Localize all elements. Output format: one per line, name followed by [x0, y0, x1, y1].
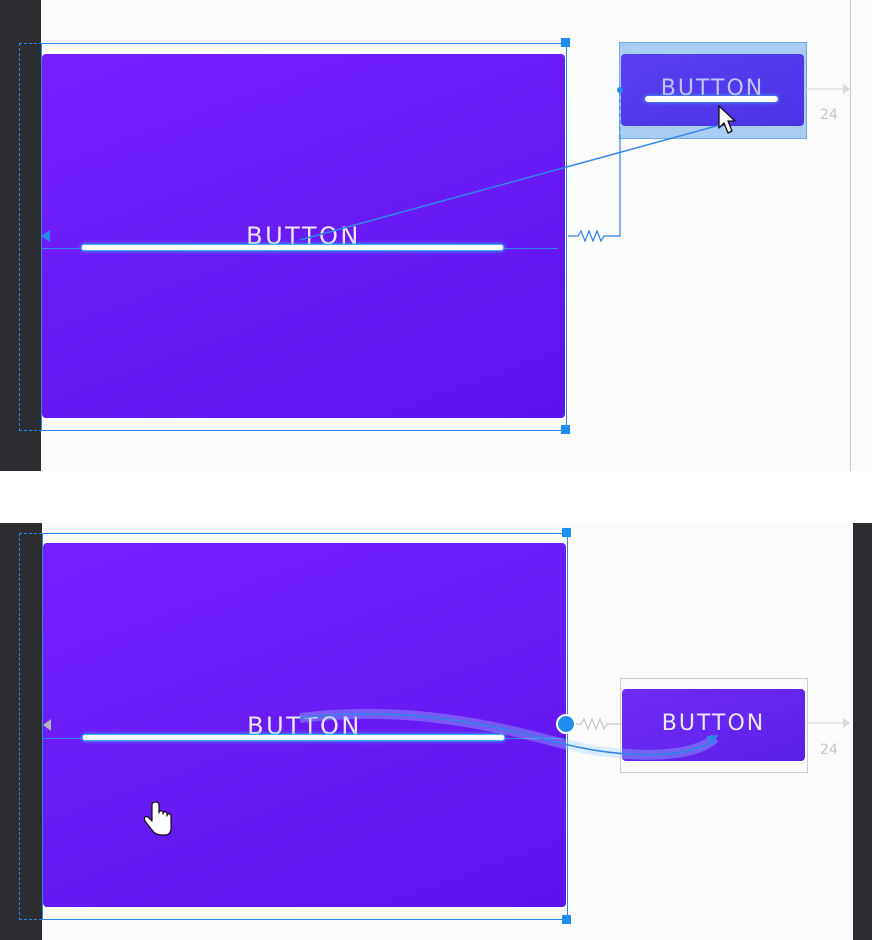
baseline-link-glow	[299, 708, 719, 760]
drag-constraint-line	[299, 124, 721, 241]
layout-editor-frame-after: BUTTON BUTTON 24	[0, 523, 872, 940]
frame-separator	[0, 471, 872, 523]
arrow-pointer-icon	[718, 105, 736, 134]
side-left-anchor	[617, 87, 623, 93]
left-anchor-arrow	[43, 719, 51, 731]
layout-editor-frame-before: BUTTON BUTTON 24	[0, 0, 872, 471]
left-anchor-arrow	[41, 230, 50, 242]
spring-constraint	[576, 717, 622, 731]
constraint-overlay	[41, 84, 850, 243]
spring-constraint	[568, 138, 621, 243]
constraint-overlay	[43, 708, 850, 836]
hand-pointer-icon	[143, 801, 172, 836]
right-edge-anchor	[556, 714, 576, 734]
